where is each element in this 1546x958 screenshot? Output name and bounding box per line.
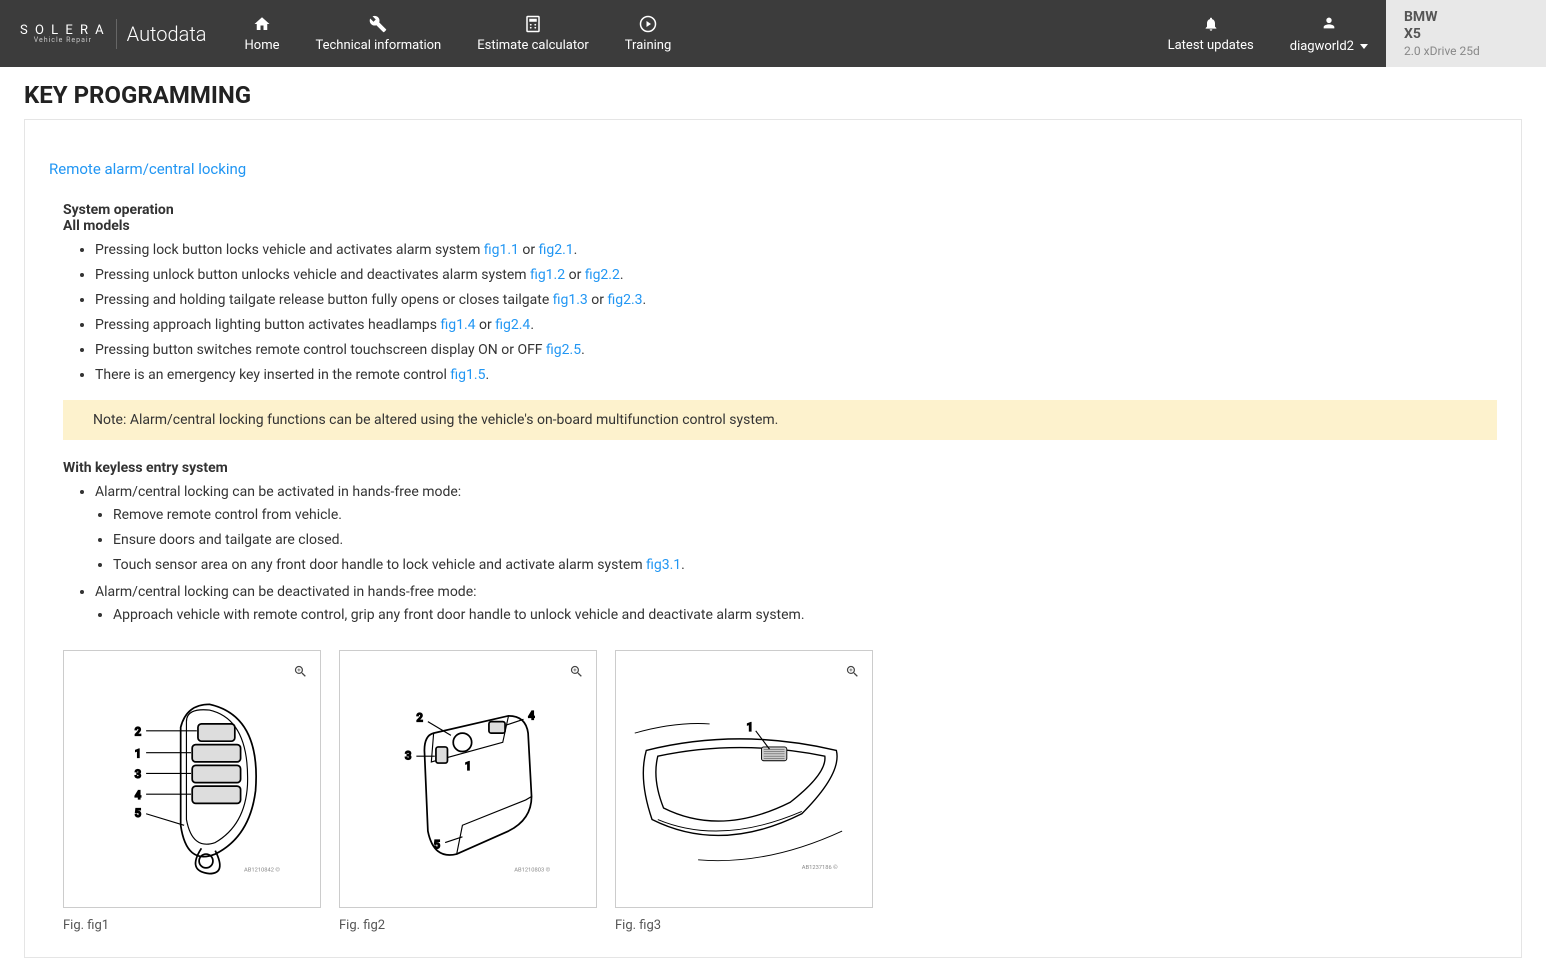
list-item: Ensure doors and tailgate are closed.: [113, 528, 1497, 553]
logo-subtext: Vehicle Repair: [34, 36, 92, 44]
fig-link[interactable]: fig3.1: [646, 557, 681, 573]
svg-text:5: 5: [134, 806, 141, 820]
zoom-icon[interactable]: [840, 659, 864, 683]
logo-solera: S O L E R A Vehicle Repair: [20, 23, 106, 44]
list-item: Remove remote control from vehicle.: [113, 503, 1497, 528]
nav-estimate-label: Estimate calculator: [477, 38, 589, 53]
section-link-remote-alarm[interactable]: Remote alarm/central locking: [49, 160, 1497, 178]
main-header: S O L E R A Vehicle Repair Autodata Home…: [0, 0, 1546, 67]
content-pane: Remote alarm/central locking System oper…: [24, 119, 1522, 958]
nav-tech-label: Technical information: [315, 38, 441, 53]
vehicle-variant: 2.0 xDrive 25d: [1404, 44, 1528, 58]
list-item: Pressing approach lighting button activa…: [95, 313, 1497, 338]
fig-link[interactable]: fig2.5: [546, 342, 581, 358]
figure-1: 2 1 3 4 5 AB1210842 © Fig. fig1: [63, 650, 321, 933]
nav-estimate[interactable]: Estimate calculator: [459, 0, 607, 67]
header-right: Latest updates diagworld2 BMW X5 2.0 xDr…: [1150, 0, 1546, 67]
list-item: Pressing button switches remote control …: [95, 338, 1497, 363]
keyless-list: Alarm/central locking can be activated i…: [49, 480, 1497, 630]
svg-text:AB1210842 ©: AB1210842 ©: [244, 866, 280, 873]
fig2-diagram: 2 3 1 4 5 AB1210803 ©: [353, 664, 583, 894]
nav-user-label: diagworld2: [1290, 39, 1354, 54]
list-item: Pressing unlock button unlocks vehicle a…: [95, 263, 1497, 288]
figure-3: 1 AB1237186 © Fig. fig3: [615, 650, 873, 933]
logo-divider: [116, 19, 117, 49]
main-nav: Home Technical information Estimate calc…: [227, 0, 690, 67]
fig-link[interactable]: fig1.1: [484, 242, 519, 258]
svg-text:1: 1: [746, 720, 753, 734]
list-item: Pressing lock button locks vehicle and a…: [95, 238, 1497, 263]
figures-row: 2 1 3 4 5 AB1210842 © Fig. fig1: [49, 650, 1497, 933]
play-icon: [639, 14, 657, 34]
zoom-icon[interactable]: [564, 659, 588, 683]
bullet-list: Pressing lock button locks vehicle and a…: [49, 238, 1497, 388]
bell-icon: [1203, 14, 1219, 34]
note-box: Note: Alarm/central locking functions ca…: [63, 400, 1497, 440]
logo-autodata: Autodata: [127, 22, 207, 46]
nav-home[interactable]: Home: [227, 0, 298, 67]
logo-area: S O L E R A Vehicle Repair Autodata: [0, 0, 227, 67]
svg-text:AB1210803 ©: AB1210803 ©: [514, 866, 550, 873]
wrench-icon: [369, 14, 387, 34]
vehicle-model: X5: [1404, 26, 1528, 43]
fig3-diagram: 1 AB1237186 ©: [629, 664, 859, 894]
nav-tech[interactable]: Technical information: [297, 0, 459, 67]
fig-link[interactable]: fig2.1: [539, 242, 574, 258]
nav-updates[interactable]: Latest updates: [1150, 0, 1272, 67]
figure-caption: Fig. fig2: [339, 918, 597, 933]
svg-text:1: 1: [134, 746, 141, 760]
fig-link[interactable]: fig2.4: [495, 317, 530, 333]
fig1-diagram: 2 1 3 4 5 AB1210842 ©: [77, 664, 307, 894]
svg-text:AB1237186 ©: AB1237186 ©: [802, 864, 838, 871]
list-item: Pressing and holding tailgate release bu…: [95, 288, 1497, 313]
all-models-heading: All models: [49, 218, 1497, 234]
svg-text:3: 3: [134, 767, 141, 781]
user-icon: [1290, 13, 1368, 33]
keyless-activate-intro: Alarm/central locking can be activated i…: [95, 480, 1497, 580]
fig-link[interactable]: fig2.2: [585, 267, 620, 283]
text: Alarm/central locking can be deactivated…: [95, 584, 477, 600]
figure-caption: Fig. fig1: [63, 918, 321, 933]
nav-training-label: Training: [625, 38, 671, 53]
svg-text:4: 4: [528, 708, 535, 722]
figure-frame[interactable]: 2 1 3 4 5 AB1210842 ©: [63, 650, 321, 908]
fig-link[interactable]: fig1.3: [553, 292, 588, 308]
text: Alarm/central locking can be activated i…: [95, 484, 461, 500]
vehicle-make: BMW: [1404, 9, 1528, 26]
list-item: Approach vehicle with remote control, gr…: [113, 603, 1497, 628]
vehicle-panel[interactable]: BMW X5 2.0 xDrive 25d: [1386, 0, 1546, 67]
keyless-deactivate-intro: Alarm/central locking can be deactivated…: [95, 580, 1497, 630]
svg-text:5: 5: [433, 837, 440, 851]
nav-user[interactable]: diagworld2: [1272, 0, 1386, 67]
page-title: KEY PROGRAMMING: [0, 67, 1546, 119]
svg-text:4: 4: [134, 788, 141, 802]
nav-updates-label: Latest updates: [1168, 38, 1254, 53]
figure-caption: Fig. fig3: [615, 918, 873, 933]
svg-text:3: 3: [405, 748, 412, 762]
fig-link[interactable]: fig2.3: [607, 292, 642, 308]
figure-frame[interactable]: 2 3 1 4 5 AB1210803 ©: [339, 650, 597, 908]
fig-link[interactable]: fig1.2: [530, 267, 565, 283]
fig-link[interactable]: fig1.4: [441, 317, 476, 333]
svg-text:2: 2: [416, 710, 423, 724]
chevron-down-icon: [1360, 44, 1368, 49]
home-icon: [253, 14, 271, 34]
keyless-heading: With keyless entry system: [49, 460, 1497, 476]
svg-text:2: 2: [134, 724, 141, 738]
nav-training[interactable]: Training: [607, 0, 689, 67]
list-item: Touch sensor area on any front door hand…: [113, 553, 1497, 578]
nav-home-label: Home: [245, 38, 280, 53]
figure-2: 2 3 1 4 5 AB1210803 © Fig. fig2: [339, 650, 597, 933]
zoom-icon[interactable]: [288, 659, 312, 683]
fig-link[interactable]: fig1.5: [450, 367, 485, 383]
figure-frame[interactable]: 1 AB1237186 ©: [615, 650, 873, 908]
svg-text:1: 1: [465, 759, 472, 773]
system-operation-heading: System operation: [49, 202, 1497, 218]
list-item: There is an emergency key inserted in th…: [95, 363, 1497, 388]
calculator-icon: [525, 14, 541, 34]
